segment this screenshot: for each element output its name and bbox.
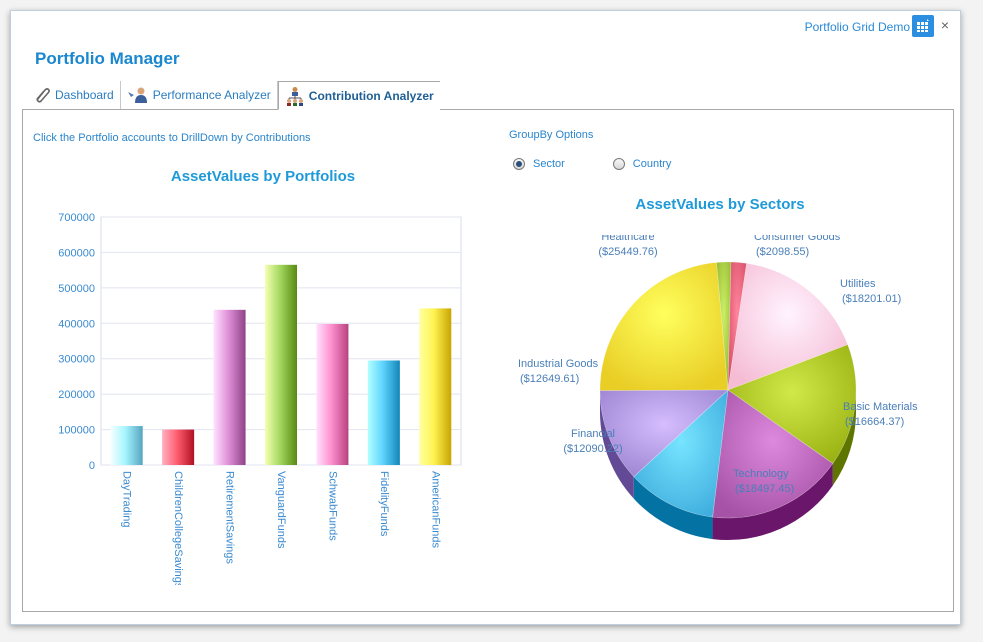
bar-VanguardFunds xyxy=(265,264,297,465)
close-button[interactable]: × xyxy=(938,18,952,32)
x-tick-label: AmericanFunds xyxy=(429,471,441,549)
contribution-panel: Click the Portfolio accounts to DrillDow… xyxy=(22,109,954,612)
bar-DayTrading xyxy=(110,426,143,465)
pie-label-name: Financial xyxy=(571,428,615,440)
paperclip-icon xyxy=(36,88,50,103)
groupby-options: Sector Country xyxy=(513,158,719,170)
pie-label-name: Consumer Goods xyxy=(754,235,841,243)
pie-label-value: ($12649.61) xyxy=(520,373,579,385)
grid-icon xyxy=(917,19,929,32)
pie-label-name: Utilities xyxy=(840,278,876,290)
bar-SchwabFunds xyxy=(316,323,349,465)
pie-label-value: ($18201.01) xyxy=(842,293,901,305)
pie-slice-Healthcare xyxy=(599,262,729,391)
bar-chart: 0 100000 200000 300000 400000 500000 600000 700… xyxy=(58,212,462,585)
radio-country[interactable]: Country xyxy=(612,158,672,170)
page-title: Portfolio Manager xyxy=(35,49,180,68)
pie-label-value: ($2098.55) xyxy=(756,246,809,258)
bar-ChildrenCollegeSavings xyxy=(162,429,195,465)
tab-label: Contribution Analyzer xyxy=(308,88,434,103)
org-chart-icon xyxy=(286,86,303,106)
pie-label-value: ($16664.37) xyxy=(845,416,904,428)
pie-chart: Healthcare($25449.76)Services($1929.52)C… xyxy=(518,235,918,540)
instruction-text: Click the Portfolio accounts to DrillDow… xyxy=(33,132,311,144)
groupby-label: GroupBy Options xyxy=(509,129,594,141)
x-tick-label: FidelityFunds xyxy=(378,471,390,537)
radio-sector[interactable]: Sector xyxy=(513,158,565,170)
pie-chart-title: AssetValues by Sectors xyxy=(635,196,805,213)
y-tick-label: 200000 xyxy=(58,389,95,401)
bar-RetirementSavings xyxy=(213,309,246,465)
bar-FidelityFunds xyxy=(367,360,400,465)
pie-label-value: ($25449.76) xyxy=(598,246,657,258)
app-name-link[interactable]: Portfolio Grid Demo xyxy=(805,20,910,34)
bar-AmericanFunds xyxy=(419,308,452,465)
tab-dashboard[interactable]: Dashboard xyxy=(27,81,121,109)
y-tick-label: 500000 xyxy=(58,283,95,295)
radio-label: Country xyxy=(632,158,672,170)
tab-label: Dashboard xyxy=(55,88,114,102)
bar-chart-title: AssetValues by Portfolios xyxy=(170,168,356,185)
grid-menu-button[interactable] xyxy=(912,15,934,37)
pie-label-name: Basic Materials xyxy=(843,401,918,413)
tab-performance-analyzer[interactable]: Performance Analyzer xyxy=(121,81,278,109)
tab-bar: Dashboard Performance Analyzer Contribut… xyxy=(27,81,440,110)
tab-label: Performance Analyzer xyxy=(152,88,271,102)
y-tick-label: 100000 xyxy=(58,425,95,437)
pie-label-name: Healthcare xyxy=(601,235,654,243)
x-tick-label: ChildrenCollegeSavings xyxy=(172,471,184,585)
app-window: Portfolio Grid Demo × Portfolio Manager … xyxy=(10,10,961,625)
radio-unselected-icon[interactable] xyxy=(612,158,625,170)
pie-label-value: ($12090.22) xyxy=(563,443,622,455)
tab-contribution-analyzer[interactable]: Contribution Analyzer xyxy=(277,81,440,110)
x-tick-label: SchwabFunds xyxy=(326,471,338,541)
x-tick-label: RetirementSavings xyxy=(224,471,236,564)
pie-label-name: Technology xyxy=(733,468,789,480)
y-tick-label: 700000 xyxy=(58,212,95,224)
y-tick-label: 600000 xyxy=(58,247,95,259)
radio-selected-icon[interactable] xyxy=(513,158,525,170)
x-tick-label: VanguardFunds xyxy=(275,471,287,549)
y-tick-label: 300000 xyxy=(58,354,95,366)
x-tick-label: DayTrading xyxy=(121,471,133,527)
y-tick-label: 400000 xyxy=(58,318,95,330)
radio-label: Sector xyxy=(533,158,565,170)
y-tick-label: 0 xyxy=(89,460,95,472)
analyst-icon xyxy=(127,87,147,103)
pie-label-value: ($18497.45) xyxy=(735,483,794,495)
pie-label-name: Industrial Goods xyxy=(518,358,599,370)
